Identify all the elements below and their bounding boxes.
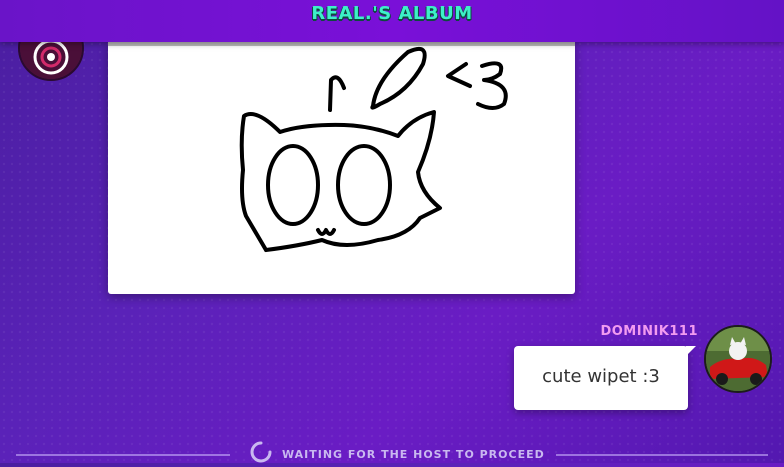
- status-footer: WAITING FOR THE HOST TO PROCEED: [250, 441, 545, 467]
- footer-divider-left: [16, 454, 230, 456]
- status-text: WAITING FOR THE HOST TO PROCEED: [282, 447, 545, 461]
- message-username: DOMINIK111: [600, 324, 698, 339]
- drawing-canvas: [239, 47, 508, 252]
- chat-message-text: cute wipet :3: [542, 366, 660, 387]
- footer-divider-right: [556, 454, 768, 456]
- chat-bubble: cute wipet :3: [514, 346, 696, 410]
- user-avatar: [704, 325, 772, 393]
- drawing-card: [108, 40, 575, 294]
- album-title: REAL.'S ALBUM: [311, 3, 473, 24]
- loading-spinner-icon: [250, 441, 272, 467]
- header-bar: REAL.'S ALBUM: [0, 0, 784, 42]
